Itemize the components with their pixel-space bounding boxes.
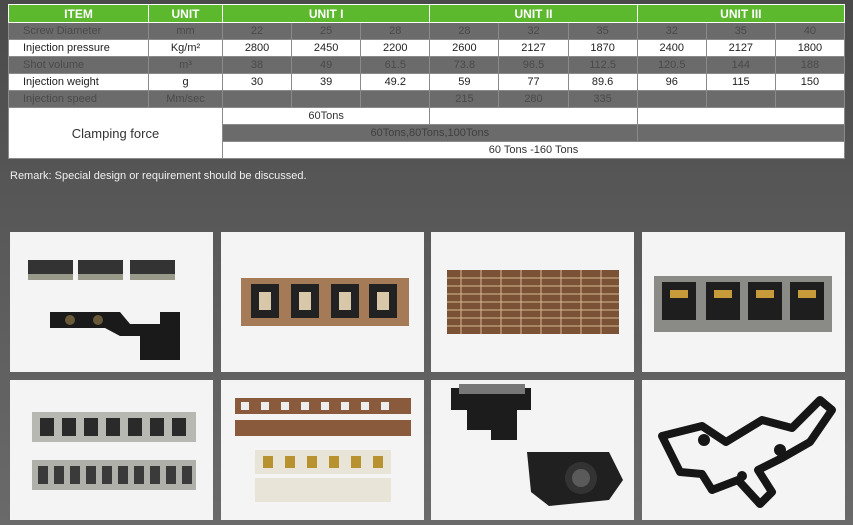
product-photo-insert-sheet-grid [431, 232, 634, 372]
table-cell: 28 [360, 22, 431, 40]
table-cell: 73.8 [429, 56, 500, 74]
terminal-frame-brown-image [241, 278, 409, 326]
table-row: Injection pressure Kg/m² 2800 2450 2200 … [8, 39, 846, 57]
table-cell: 120.5 [636, 56, 707, 74]
double-terminal-strips-image [235, 398, 411, 502]
table-row: Shot volume m³ 38 49 61.5 73.8 96.5 112.… [8, 56, 846, 74]
row-unit: Kg/m² [148, 39, 223, 57]
black-connector-housings-image [451, 384, 623, 506]
table-cell: 2200 [360, 39, 431, 57]
header-unit-3: UNIT III [636, 4, 846, 23]
table-cell: 115 [705, 73, 776, 91]
row-label: Injection weight [8, 73, 149, 91]
table-cell: 35 [567, 22, 638, 40]
table-cell: 2800 [221, 39, 293, 57]
clamping-unit-2: 60Tons,80Tons,100Tons [222, 124, 638, 142]
clamping-row-1: Clamping force 60Tons [8, 107, 846, 159]
table-cell: 30 [221, 73, 293, 91]
table-row: Screw Diameter mm 22 25 28 28 32 35 32 3… [8, 22, 846, 40]
connector-strips-bracket-image [28, 260, 180, 360]
table-cell: 96 [636, 73, 707, 91]
product-photo-connector-strips-bracket [10, 232, 213, 372]
table-cell: 35 [705, 22, 776, 40]
header-unit-1: UNIT I [221, 4, 431, 23]
table-cell [774, 90, 846, 108]
table-cell: 49 [291, 56, 362, 74]
row-label: Injection pressure [8, 39, 149, 57]
black-cable-harness-frame-image [658, 396, 836, 508]
header-item: ITEM [8, 4, 149, 23]
table-cell: 2127 [705, 39, 776, 57]
header-unit-2: UNIT II [429, 4, 638, 23]
header-unit: UNIT [148, 4, 223, 23]
table-cell: 2450 [291, 39, 362, 57]
table-cell: 49.2 [360, 73, 431, 91]
table-cell: 2400 [636, 39, 707, 57]
table-row: Injection speed Mm/sec 215 280 335 [8, 90, 846, 108]
table-cell [705, 90, 776, 108]
table-cell: 1870 [567, 39, 638, 57]
clamping-unit-3: 60 Tons -160 Tons [222, 141, 845, 159]
product-photo-pin-header-strips [10, 380, 213, 520]
table-cell: 2127 [498, 39, 569, 57]
table-cell: 38 [221, 56, 293, 74]
table-cell: 280 [498, 90, 569, 108]
table-cell: 39 [291, 73, 362, 91]
table-cell: 77 [498, 73, 569, 91]
product-photo-sim-sockets-strip [642, 232, 845, 372]
row-unit: g [148, 73, 223, 91]
clamping-unit-3-empty [636, 107, 846, 125]
pin-header-strips-image [32, 412, 196, 490]
table-cell: 32 [498, 22, 569, 40]
table-cell: 335 [567, 90, 638, 108]
header-row: ITEM UNIT UNIT I UNIT II UNIT III [8, 4, 846, 23]
table-cell [636, 90, 707, 108]
row-unit: mm [148, 22, 223, 40]
sim-sockets-strip-image [654, 276, 832, 332]
row-unit: m³ [148, 56, 223, 74]
clamping-unit-1: 60Tons [221, 107, 431, 125]
table-cell: 2600 [429, 39, 500, 57]
product-photo-double-terminal-strips [221, 380, 424, 520]
table-cell [360, 90, 431, 108]
row-label: Screw Diameter [8, 22, 149, 40]
table-cell: 188 [774, 56, 846, 74]
remark-text: Remark: Special design or requirement sh… [10, 170, 307, 182]
table-cell [291, 90, 362, 108]
table-cell [221, 90, 293, 108]
table-cell: 96.5 [498, 56, 569, 74]
row-label: Injection speed [8, 90, 149, 108]
table-cell: 28 [429, 22, 500, 40]
product-photo-black-cable-harness-frame [642, 380, 845, 520]
table-cell: 32 [636, 22, 707, 40]
clamping-force-label: Clamping force [8, 107, 223, 159]
table-cell: 40 [774, 22, 846, 40]
insert-sheet-grid-image [447, 270, 619, 334]
table-cell: 89.6 [567, 73, 638, 91]
table-cell: 1800 [774, 39, 846, 57]
table-cell: 144 [705, 56, 776, 74]
table-cell: 215 [429, 90, 500, 108]
table-cell: 150 [774, 73, 846, 91]
table-cell: 22 [221, 22, 293, 40]
product-photo-black-connector-housings [431, 380, 634, 520]
row-label: Shot volume [8, 56, 149, 74]
clamping-unit-2-empty [429, 107, 638, 125]
spec-table: ITEM UNIT UNIT I UNIT II UNIT III Screw … [8, 4, 846, 159]
table-cell: 25 [291, 22, 362, 40]
clamping-unit-3-empty-2 [636, 124, 846, 142]
table-cell: 59 [429, 73, 500, 91]
table-row: Injection weight g 30 39 49.2 59 77 89.6… [8, 73, 846, 91]
row-unit: Mm/sec [148, 90, 223, 108]
table-cell: 61.5 [360, 56, 431, 74]
product-photo-terminal-frame-brown [221, 232, 424, 372]
table-cell: 112.5 [567, 56, 638, 74]
